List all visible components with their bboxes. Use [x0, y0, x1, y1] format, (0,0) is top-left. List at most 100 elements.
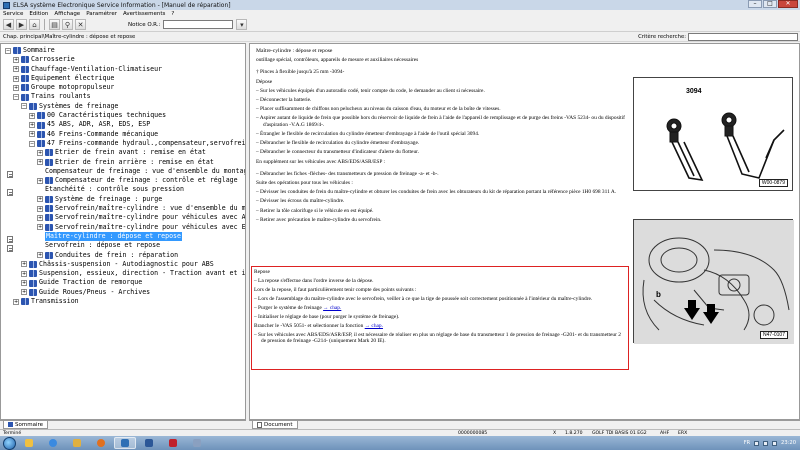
print-icon[interactable]: ▤ — [49, 19, 60, 30]
toc-item[interactable]: Servofrein : dépose et repose — [1, 241, 245, 253]
toc-item[interactable]: − Systèmes de freinage — [1, 102, 245, 111]
tab-document[interactable]: Document — [252, 421, 298, 429]
language-indicator[interactable]: FR — [744, 440, 750, 446]
toc-item[interactable]: + Guide Roues/Pneus - Archives — [1, 288, 245, 297]
close-doc-icon[interactable]: ✕ — [75, 19, 86, 30]
book-icon — [37, 121, 45, 129]
back-arrow-icon[interactable]: ◀ — [3, 19, 14, 30]
window-controls: – □ ✕ — [748, 0, 798, 8]
notice-input[interactable] — [163, 20, 234, 29]
collapse-icon[interactable]: − — [21, 103, 27, 110]
expand-icon[interactable]: + — [37, 159, 43, 166]
expand-icon[interactable]: + — [13, 56, 19, 63]
toc-item[interactable]: + Châssis-suspension - Autodiagnostic pou… — [1, 260, 245, 269]
toc-item[interactable]: + Système de freinage : purge — [1, 195, 245, 204]
toc-item[interactable]: + Carrosserie — [1, 55, 245, 64]
taskbar-app-media[interactable] — [90, 437, 112, 449]
search-icon[interactable]: ⚲ — [62, 19, 73, 30]
expand-icon[interactable]: + — [13, 66, 19, 73]
start-button[interactable] — [3, 436, 16, 450]
tab-sommaire-label: Sommaire — [15, 421, 43, 428]
menu-service[interactable]: Service — [3, 11, 23, 17]
toc-item[interactable]: + Étrier de frein arrière : remise en éta… — [1, 158, 245, 167]
toc-item[interactable]: +46 Freins-Commande mécanique — [1, 130, 245, 139]
chapter-link-purge[interactable]: → chap. — [323, 305, 341, 311]
taskbar-app-explorer[interactable] — [18, 437, 40, 449]
toc-item[interactable]: + Étrier de frein avant : remise en état — [1, 148, 245, 157]
collapse-icon[interactable]: − — [29, 140, 35, 147]
expand-icon[interactable]: + — [37, 224, 43, 231]
taskbar-app-acrobat[interactable] — [162, 437, 184, 449]
taskbar-app-folder[interactable] — [66, 437, 88, 449]
toc-item[interactable]: +45 ABS, ADR, ASR, EDS, ESP — [1, 120, 245, 129]
expand-icon[interactable]: + — [13, 84, 19, 91]
search-input[interactable] — [688, 33, 798, 41]
toc-item[interactable]: Compensateur de freinage : vue d'ensembl… — [1, 167, 245, 178]
toc-item[interactable]: + Suspension, essieux, direction - Tracti… — [1, 269, 245, 278]
expand-icon[interactable]: + — [29, 112, 35, 119]
expand-icon[interactable]: + — [37, 149, 43, 156]
step-9: – Dévisser les conduites de frein du maî… — [256, 189, 617, 196]
toc-item-label: Groupe motopropulseur — [31, 83, 115, 92]
menu-affichage[interactable]: Affichage — [54, 11, 80, 17]
close-button[interactable]: ✕ — [778, 0, 798, 8]
expand-icon[interactable]: + — [37, 214, 43, 221]
network-icon[interactable] — [754, 440, 760, 446]
menu-avertissements[interactable]: Avertissements — [123, 11, 165, 17]
toc-item[interactable]: + Equipement électrique — [1, 74, 245, 83]
taskbar-app-word[interactable] — [138, 437, 160, 449]
explorer-icon — [25, 439, 33, 447]
toc-item[interactable]: − 47 Freins-commande hydraul.,compensateu… — [1, 139, 245, 148]
expand-icon[interactable]: + — [37, 205, 43, 212]
expand-icon[interactable]: + — [37, 177, 43, 184]
toc-item[interactable]: + Servofrein/maître-cylindre pour véhicul… — [1, 213, 245, 222]
maximize-button[interactable]: □ — [763, 0, 777, 8]
collapse-icon[interactable]: − — [13, 94, 19, 101]
expand-icon[interactable]: + — [29, 131, 35, 138]
expand-icon[interactable]: + — [37, 196, 43, 203]
taskbar-app-mail[interactable] — [186, 437, 208, 449]
toc-item[interactable]: + Chauffage-Ventilation-Climatiseur — [1, 65, 245, 74]
toc-item[interactable]: + Transmission — [1, 297, 245, 306]
notice-dropdown-icon[interactable]: ▾ — [236, 19, 248, 30]
expand-icon[interactable]: + — [21, 261, 27, 268]
tab-sommaire[interactable]: Sommaire — [3, 421, 48, 429]
forward-arrow-icon[interactable]: ▶ — [16, 19, 27, 30]
toc-item[interactable]: − Trains roulants — [1, 92, 245, 101]
toolbar: ◀ ▶ ⌂ ▤ ⚲ ✕ Notice O.R.: ▾ — [0, 18, 800, 32]
flag-icon[interactable] — [772, 440, 778, 446]
menu-parametrer[interactable]: Paramétrer — [86, 11, 117, 17]
taskbar-app-elsa[interactable] — [114, 437, 136, 449]
minimize-button[interactable]: – — [748, 0, 762, 8]
collapse-icon[interactable]: − — [5, 47, 11, 54]
expand-icon[interactable]: + — [21, 289, 27, 296]
expand-icon[interactable]: + — [29, 122, 35, 129]
clock[interactable]: 23:20 — [781, 440, 796, 446]
expand-icon[interactable]: + — [21, 270, 27, 277]
expand-icon[interactable]: + — [13, 298, 19, 305]
toc-item-label: Systèmes de freinage — [39, 101, 119, 110]
toc-item[interactable]: Maître-cylindre : dépose et repose — [1, 231, 245, 243]
chapter-link-vas[interactable]: → chap. — [365, 323, 383, 329]
taskbar-app-ie[interactable] — [42, 437, 64, 449]
toc-item[interactable]: + Conduites de frein : réparation — [1, 251, 245, 260]
toc-item[interactable]: + Groupe motopropulseur — [1, 83, 245, 92]
breadcrumb-bar: Chap. principal\Maître-cylindre : dépose… — [0, 32, 800, 42]
expand-icon[interactable]: + — [13, 75, 19, 82]
menu-edition[interactable]: Edition — [29, 11, 48, 17]
repose-step-5: – Sur les véhicules avec ABS/EDS/ASR/ESP… — [254, 331, 621, 345]
doc-title: Maître-cylindre : dépose et repose — [256, 48, 333, 54]
home-icon[interactable]: ⌂ — [29, 19, 40, 30]
figure-callout-b: b — [656, 290, 661, 299]
toc-item[interactable]: + Servofrein/maître-cylindre pour véhicul… — [1, 223, 245, 232]
toc-item[interactable]: + Guide Traction de remorque — [1, 278, 245, 287]
expand-icon[interactable]: + — [21, 280, 27, 287]
expand-icon[interactable]: + — [37, 252, 43, 259]
toc-item[interactable]: + Compensateur de freinage : contrôle et … — [1, 176, 245, 185]
toc-item[interactable]: Étanchéité : contrôle sous pression — [1, 185, 245, 197]
menu-help[interactable]: ? — [171, 11, 174, 17]
volume-icon[interactable] — [763, 440, 769, 446]
toc-item[interactable]: +00 Caractéristiques techniques — [1, 111, 245, 120]
toc-item[interactable]: − Sommaire — [1, 46, 245, 55]
toc-item[interactable]: + Servofrein/maître-cylindre : vue d'ense… — [1, 204, 245, 213]
